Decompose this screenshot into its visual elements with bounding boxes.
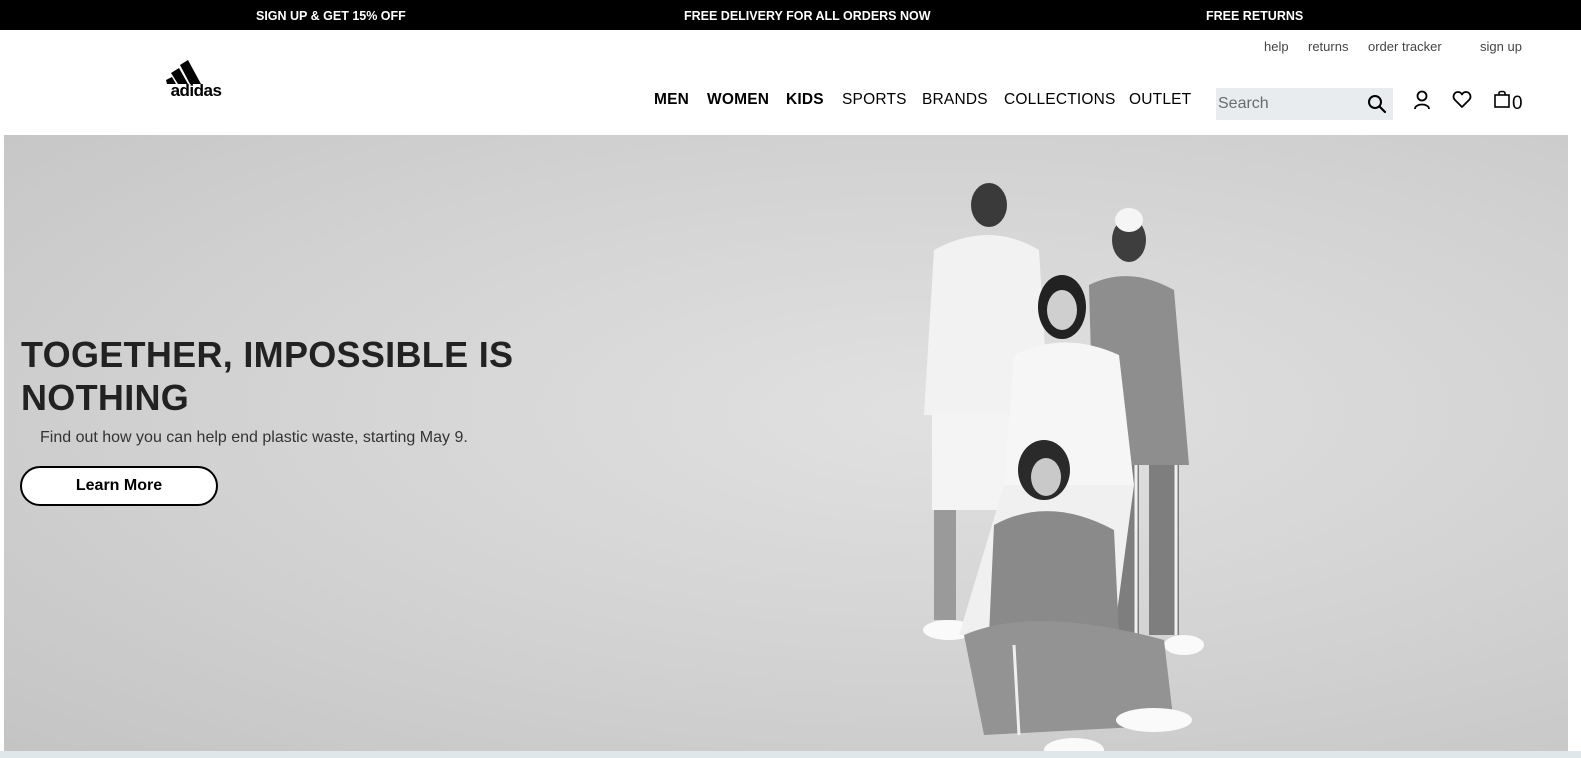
heart-icon[interactable]: [1452, 90, 1472, 110]
logo-wordmark: adidas: [170, 81, 222, 100]
nav-brands[interactable]: BRANDS: [922, 91, 988, 109]
order-tracker-link[interactable]: order tracker: [1368, 39, 1442, 54]
help-link[interactable]: help: [1264, 39, 1289, 54]
returns-link[interactable]: returns: [1308, 39, 1348, 54]
nav-collections[interactable]: COLLECTIONS: [1004, 91, 1116, 109]
sign-up-link[interactable]: sign up: [1480, 39, 1522, 54]
cart-count[interactable]: 0: [1512, 93, 1523, 115]
nav-men[interactable]: MEN: [654, 91, 689, 109]
promo-bar: SIGN UP & GET 15% OFF FREE DELIVERY FOR …: [0, 0, 1581, 30]
promo-returns-text: FREE RETURNS: [1206, 9, 1304, 23]
promo-delivery-text: FREE DELIVERY FOR ALL ORDERS NOW: [684, 9, 931, 23]
hero-title: TOGETHER, IMPOSSIBLE IS NOTHING: [21, 334, 514, 418]
nav-outlet[interactable]: OUTLET: [1129, 91, 1191, 109]
adidas-logo[interactable]: adidas: [163, 58, 229, 106]
site-header: help returns order tracker sign up adida…: [0, 30, 1581, 135]
user-icon[interactable]: [1413, 90, 1431, 110]
search-box: [1216, 88, 1393, 120]
promo-signup-text[interactable]: SIGN UP & GET 15% OFF: [256, 9, 406, 23]
hero-banner: TOGETHER, IMPOSSIBLE IS NOTHING Find out…: [4, 135, 1568, 751]
shopping-bag-icon[interactable]: [1494, 90, 1510, 108]
search-input[interactable]: [1216, 88, 1358, 120]
nav-women[interactable]: WOMEN: [707, 91, 769, 109]
hero-group-photo: [923, 183, 1204, 751]
nav-sports[interactable]: SPORTS: [842, 91, 907, 109]
page-bottom-edge: [0, 751, 1581, 758]
hero-subtitle: Find out how you can help end plastic wa…: [40, 429, 468, 446]
learn-more-button[interactable]: Learn More: [20, 466, 218, 506]
nav-kids[interactable]: KIDS: [786, 91, 824, 109]
search-icon[interactable]: [1367, 94, 1387, 114]
